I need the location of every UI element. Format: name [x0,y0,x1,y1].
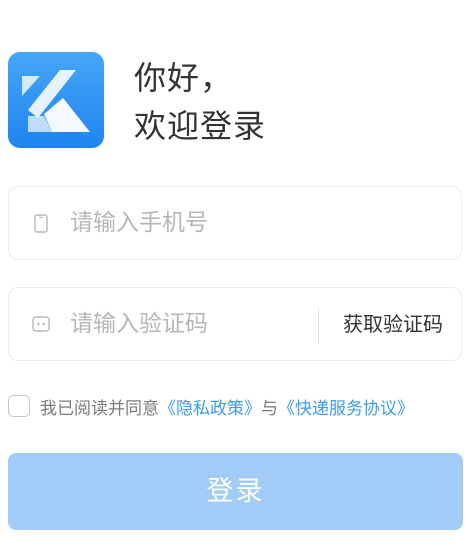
get-code-button[interactable]: 获取验证码 [343,288,443,360]
verification-code-input[interactable] [70,288,310,360]
greeting: 你好， 欢迎登录 [134,54,266,150]
message-icon [31,314,51,334]
privacy-policy-link[interactable]: 《隐私政策》 [159,394,261,419]
agreement-row: 我已阅读并同意 《隐私政策》 与 《快递服务协议》 [8,393,414,419]
app-logo [8,52,104,148]
service-agreement-link[interactable]: 《快递服务协议》 [278,394,414,419]
login-button[interactable]: 登录 [8,453,463,530]
phone-input[interactable] [70,187,440,259]
greeting-line-2: 欢迎登录 [134,107,267,145]
agreement-checkbox[interactable] [8,395,30,417]
phone-field[interactable] [8,186,462,260]
field-divider [318,308,319,344]
verification-code-field[interactable]: 获取验证码 [8,287,462,361]
greeting-line-1: 你好， [134,59,234,97]
phone-icon [31,213,51,233]
k-logo-icon [22,70,90,132]
agreement-prefix: 我已阅读并同意 [40,398,159,419]
agreement-joiner: 与 [261,398,278,419]
